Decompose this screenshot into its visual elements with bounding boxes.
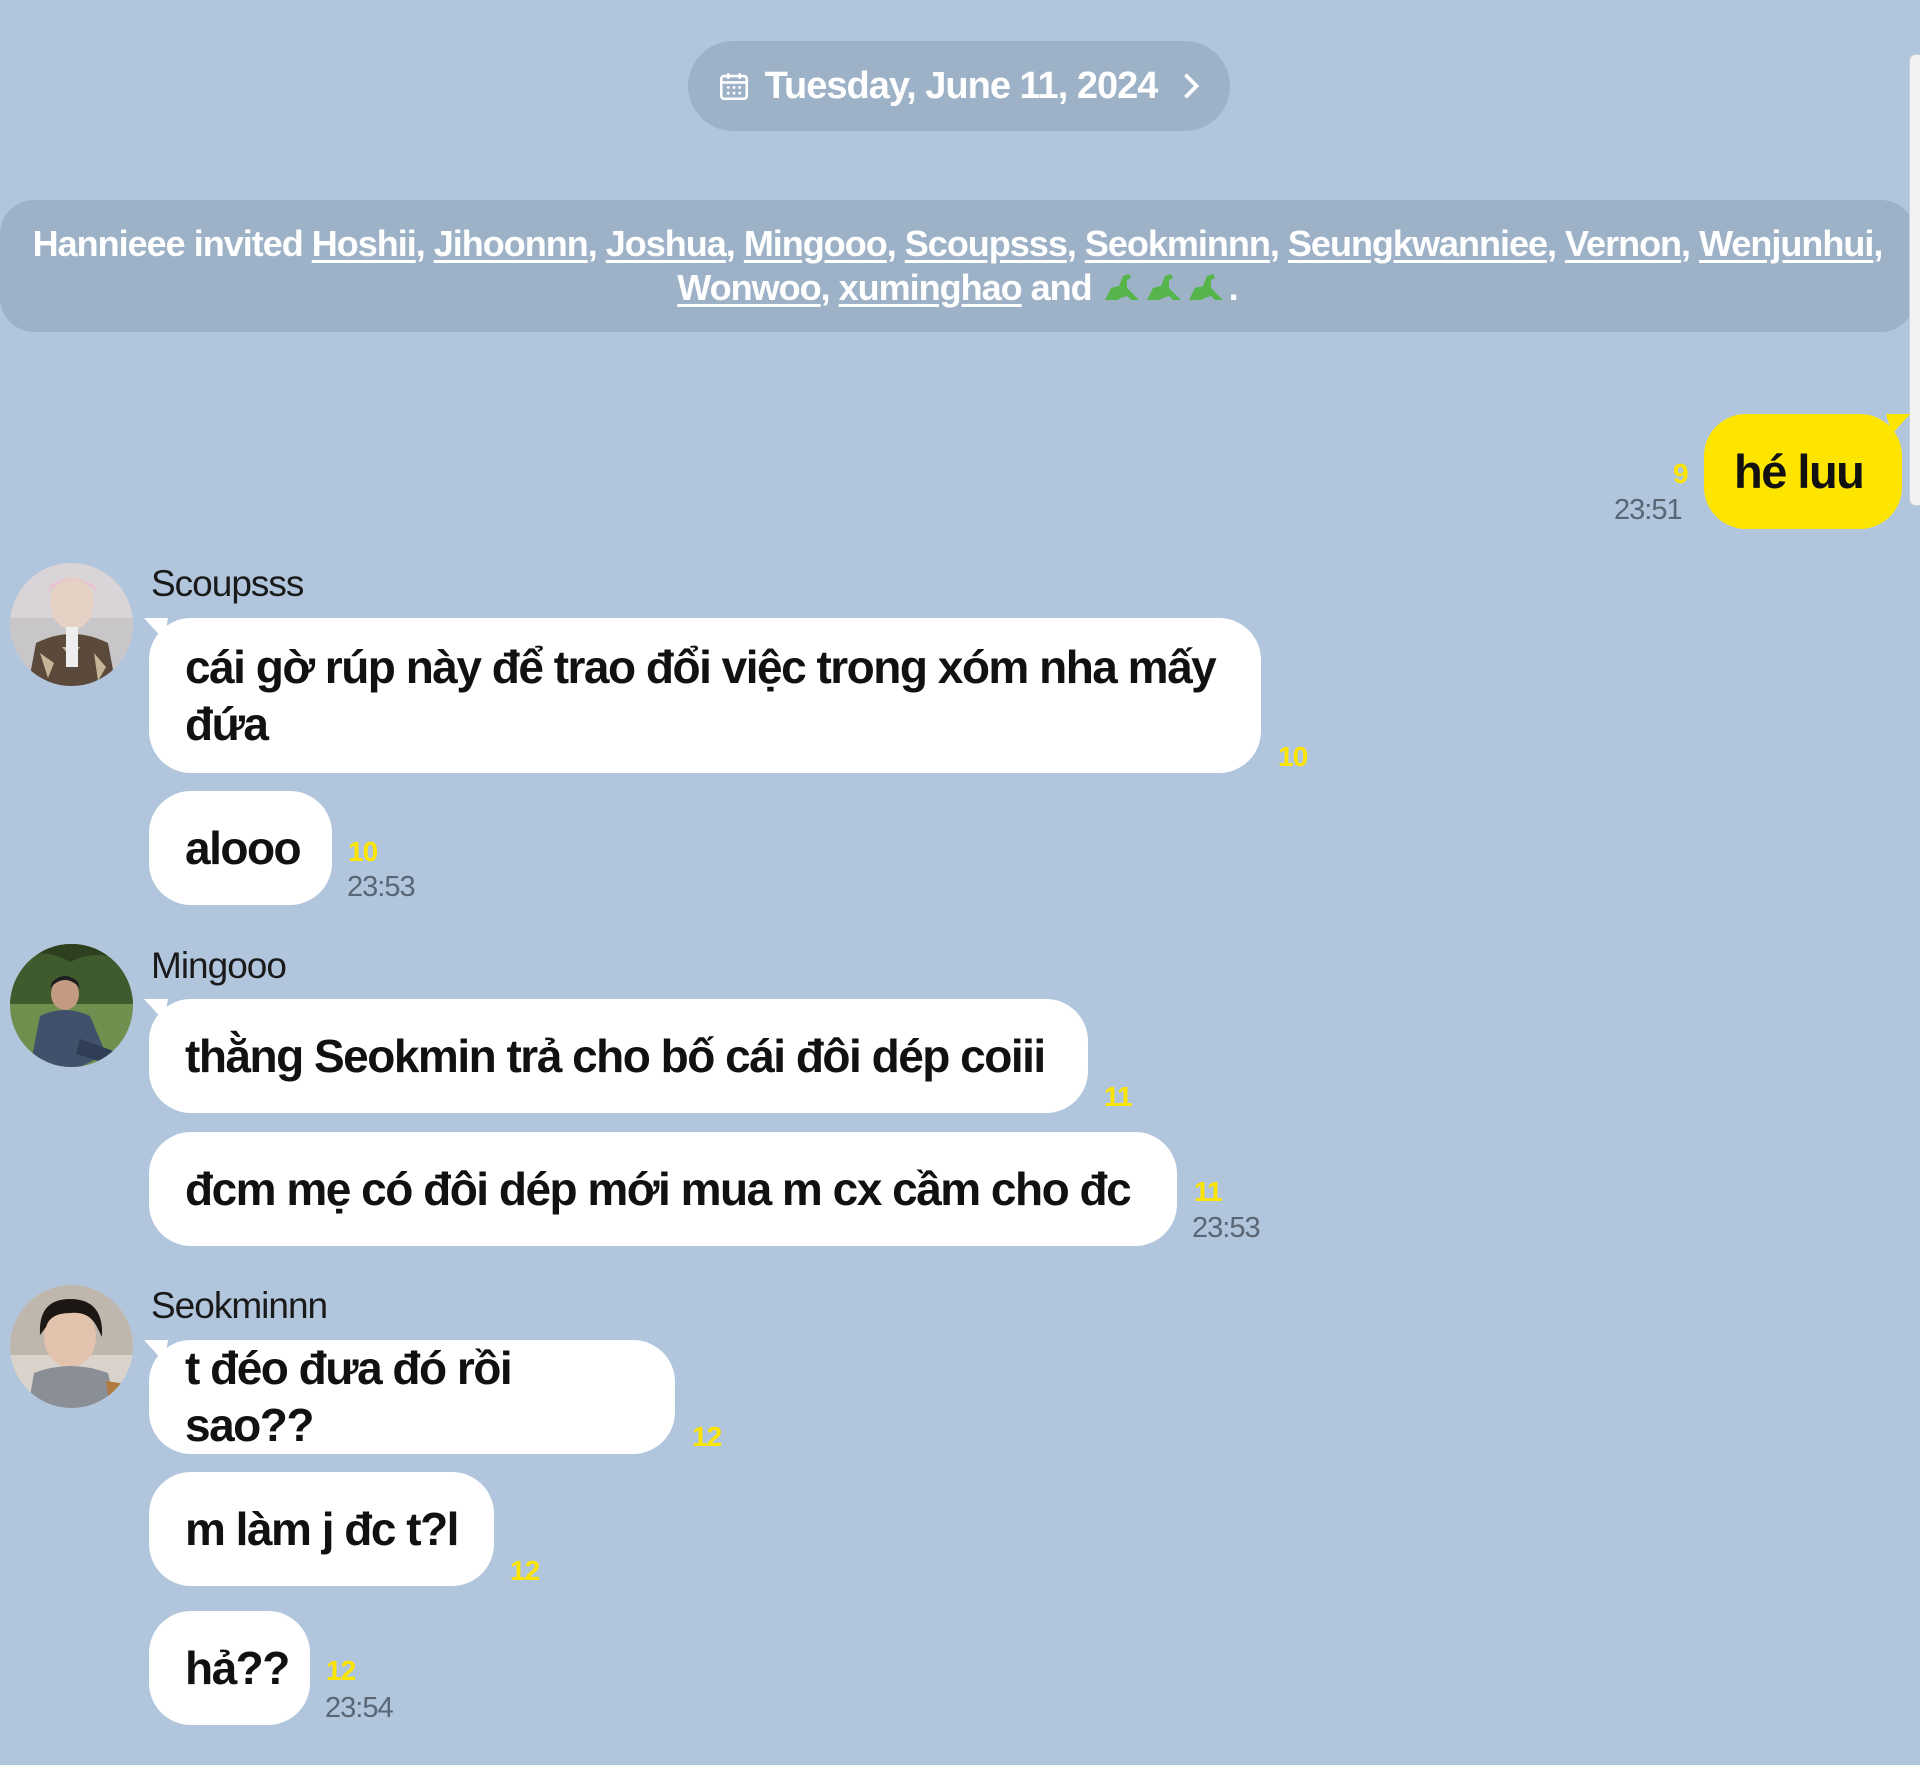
message-text: thằng Seokmin trả cho bố cái đôi dép coi… [185, 1029, 1046, 1082]
sender-name: Mingooo [151, 945, 287, 986]
message-text: hé luu [1734, 445, 1865, 498]
invited-word: invited [193, 223, 304, 264]
date-header[interactable]: Tuesday, June 11, 2024 [688, 41, 1230, 131]
my-message-bubble[interactable]: hé luu [1704, 414, 1902, 529]
message-bubble[interactable]: thằng Seokmin trả cho bố cái đôi dép coi… [149, 999, 1088, 1113]
message-time: 23:51 [1614, 494, 1683, 526]
inviter-name: Hannieee [32, 223, 186, 264]
unread-count: 12 [326, 1655, 356, 1686]
message-time: 23:53 [347, 871, 416, 903]
chevron-right-icon [1184, 73, 1200, 99]
message-text: hả?? [185, 1641, 290, 1694]
chat-room: Tuesday, June 11, 2024 Hannieee invited … [0, 0, 1920, 1765]
unread-count: 9 [1673, 458, 1689, 489]
unread-count: 12 [692, 1421, 722, 1452]
sender-name: Seokminnn [151, 1285, 328, 1326]
invitee-link[interactable]: Joshua [606, 223, 727, 264]
message-bubble[interactable]: t đéo đưa đó rồi sao?? [149, 1340, 675, 1454]
my-bubble-tail [1886, 414, 1910, 434]
message-text: t đéo đưa đó rồi sao?? [185, 1342, 513, 1451]
invitee-link[interactable]: Wonwoo [677, 267, 821, 308]
message-text: cái gờ rúp này để trao đổi việc trong xó… [185, 640, 1217, 750]
message-bubble[interactable]: alooo [149, 791, 332, 905]
message-time: 23:54 [325, 1692, 394, 1724]
unread-count: 11 [1194, 1176, 1223, 1207]
unread-count: 10 [348, 836, 378, 867]
invitee-link[interactable]: Mingooo [744, 223, 888, 264]
invitee-link[interactable]: Hoshii [312, 223, 417, 264]
calendar-icon [719, 73, 748, 101]
message-text: đcm mẹ có đôi dép mới mua m cx cầm cho đ… [185, 1162, 1132, 1215]
message-bubble[interactable]: hả?? [149, 1611, 310, 1725]
invitee-link[interactable]: Wenjunhui [1699, 223, 1874, 264]
message-bubble[interactable]: đcm mẹ có đôi dép mới mua m cx cầm cho đ… [149, 1132, 1177, 1246]
invitee-link[interactable]: Seokminnn [1085, 223, 1271, 264]
message-time: 23:53 [1192, 1212, 1261, 1244]
unread-count: 11 [1104, 1081, 1133, 1112]
message-text: m làm j đc t?l [185, 1502, 459, 1555]
invitee-link[interactable]: Vernon [1565, 223, 1682, 264]
system-invite-message: Hannieee invited Hoshii, Jihoonnn, Joshu… [0, 200, 1915, 332]
avatar[interactable] [10, 1285, 133, 1408]
invitee-link[interactable]: xuminghao [839, 267, 1023, 308]
message-text: alooo [185, 821, 302, 874]
avatar[interactable] [10, 563, 133, 686]
message-bubble[interactable]: cái gờ rúp này để trao đổi việc trong xó… [149, 618, 1261, 773]
date-label: Tuesday, June 11, 2024 [764, 64, 1159, 107]
sender-name: Scoupsss [151, 563, 304, 604]
and-word: and [1030, 267, 1093, 308]
unread-count: 10 [1278, 741, 1308, 772]
dinosaur-emoji-icon[interactable] [1101, 268, 1229, 314]
invitee-link[interactable]: Jihoonnn [434, 223, 589, 264]
invitee-link[interactable]: Scoupsss [905, 223, 1068, 264]
scrollbar[interactable] [1910, 55, 1920, 505]
unread-count: 12 [510, 1555, 540, 1586]
message-bubble[interactable]: m làm j đc t?l [149, 1472, 494, 1586]
invitee-link[interactable]: Seungkwanniee [1288, 223, 1548, 264]
avatar[interactable] [10, 944, 133, 1067]
